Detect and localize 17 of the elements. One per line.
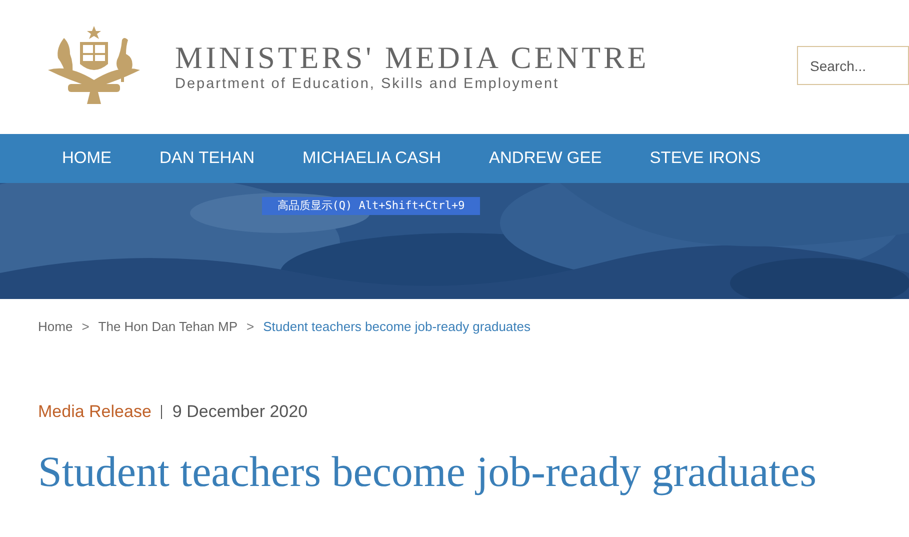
breadcrumb-link[interactable]: Home [38, 317, 73, 337]
article-date: 9 December 2020 [172, 401, 308, 423]
nav-link[interactable]: DAN TEHAN [136, 146, 279, 171]
nav-link[interactable]: ANDREW GEE [465, 146, 626, 171]
site-title: MINISTERS' MEDIA CENTRE [175, 41, 650, 75]
site-subtitle: Department of Education, Skills and Employment [175, 75, 560, 93]
breadcrumb-separator: > [82, 318, 90, 336]
nav-link[interactable]: MICHAELIA CASH [278, 146, 466, 171]
nav-link[interactable]: HOME [38, 146, 136, 171]
nav-link[interactable]: STEVE IRONS [626, 146, 785, 171]
breadcrumb-link[interactable]: Student teachers become job-ready graduates [263, 317, 530, 337]
article-title: Student teachers become job-ready graduates [37, 448, 818, 498]
tooltip: 高品质显示(Q) Alt+Shift+Ctrl+9 [262, 197, 480, 215]
article-type: Media Release [38, 401, 152, 423]
search-field[interactable]: Search... [797, 46, 909, 85]
breadcrumb-link[interactable]: The Hon Dan Tehan MP [98, 317, 238, 337]
breadcrumb-separator: > [246, 318, 254, 336]
